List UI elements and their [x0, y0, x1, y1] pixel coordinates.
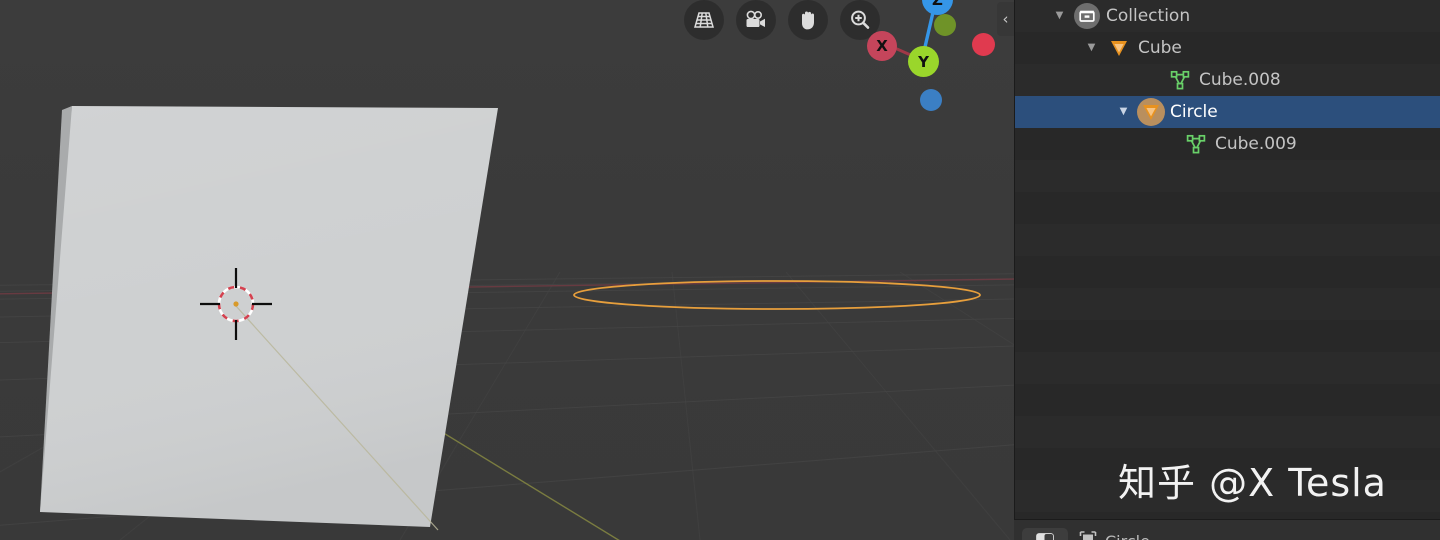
- gizmo-axis-negative-z[interactable]: [920, 89, 942, 111]
- mesh-object-icon[interactable]: [1106, 35, 1132, 61]
- outliner-label-cube: Cube: [1138, 38, 1182, 58]
- 3d-viewport[interactable]: X Z Y ‹: [0, 0, 1014, 540]
- mesh-object-triangle-icon: [1111, 41, 1127, 56]
- outliner-row-collection[interactable]: ▼ Collection: [1015, 0, 1440, 32]
- toggle-perspective-orthographic-icon[interactable]: [684, 0, 724, 40]
- outliner-empty-row[interactable]: [1015, 160, 1440, 192]
- collection-icon[interactable]: [1074, 3, 1100, 29]
- navigation-gizmo[interactable]: X Z Y: [862, 0, 1012, 135]
- outliner-row-circle[interactable]: ▼ Circle: [1015, 96, 1440, 128]
- gizmo-axis-x[interactable]: X: [867, 31, 897, 61]
- disclosure-triangle-circle[interactable]: ▼: [1117, 107, 1130, 117]
- outliner-empty-row[interactable]: [1015, 288, 1440, 320]
- outliner-label-collection: Collection: [1106, 6, 1191, 26]
- circle-object-outline: [573, 280, 981, 310]
- editor-type-icon[interactable]: [1022, 528, 1068, 540]
- disclosure-triangle-collection[interactable]: ▼: [1053, 11, 1066, 21]
- outliner-editor[interactable]: Scene Collection ▼ Collection ▼: [1014, 0, 1440, 519]
- outliner-label-cube-009: Cube.009: [1215, 134, 1297, 154]
- mesh-object-icon[interactable]: [1137, 98, 1165, 126]
- outliner-label-cube-008: Cube.008: [1199, 70, 1281, 90]
- properties-editor[interactable]: Circle: [1014, 519, 1440, 540]
- outliner-row-cube-009[interactable]: Cube.009: [1015, 128, 1440, 160]
- outliner-label-circle: Circle: [1170, 102, 1218, 122]
- outliner-empty-row[interactable]: [1015, 448, 1440, 480]
- outliner-empty-row[interactable]: [1015, 416, 1440, 448]
- gizmo-axis-negative-x[interactable]: [972, 33, 995, 56]
- outliner-empty-row[interactable]: [1015, 256, 1440, 288]
- blender-window: X Z Y ‹ Scene Collection: [0, 0, 1440, 540]
- breadcrumb-label: Circle: [1105, 532, 1150, 540]
- viewport-gizmo-buttons: [684, 0, 880, 40]
- outliner-empty-row[interactable]: [1015, 384, 1440, 416]
- outliner-empty-row[interactable]: [1015, 224, 1440, 256]
- outliner-empty-row[interactable]: [1015, 352, 1440, 384]
- gizmo-axis-negative-y[interactable]: [934, 14, 956, 36]
- outliner-empty-row[interactable]: [1015, 512, 1440, 519]
- sidebar-collapse-arrow[interactable]: ‹: [997, 2, 1014, 36]
- outliner-empty-row[interactable]: [1015, 192, 1440, 224]
- mesh-object-triangle-icon: [1143, 105, 1159, 120]
- camera-view-icon[interactable]: [736, 0, 776, 40]
- mesh-data-icon[interactable]: [1183, 131, 1209, 157]
- object-properties-icon: [1078, 530, 1098, 540]
- outliner-empty-row[interactable]: [1015, 480, 1440, 512]
- outliner-row-cube[interactable]: ▼ Cube: [1015, 32, 1440, 64]
- breadcrumb[interactable]: Circle: [1078, 530, 1150, 540]
- outliner-empty-row[interactable]: [1015, 320, 1440, 352]
- outliner-row-cube-008[interactable]: Cube.008: [1015, 64, 1440, 96]
- disclosure-triangle-cube[interactable]: ▼: [1085, 43, 1098, 53]
- pan-view-icon[interactable]: [788, 0, 828, 40]
- gizmo-axis-y[interactable]: Y: [908, 46, 939, 77]
- properties-header: Circle: [1022, 528, 1150, 540]
- mesh-data-icon[interactable]: [1167, 67, 1193, 93]
